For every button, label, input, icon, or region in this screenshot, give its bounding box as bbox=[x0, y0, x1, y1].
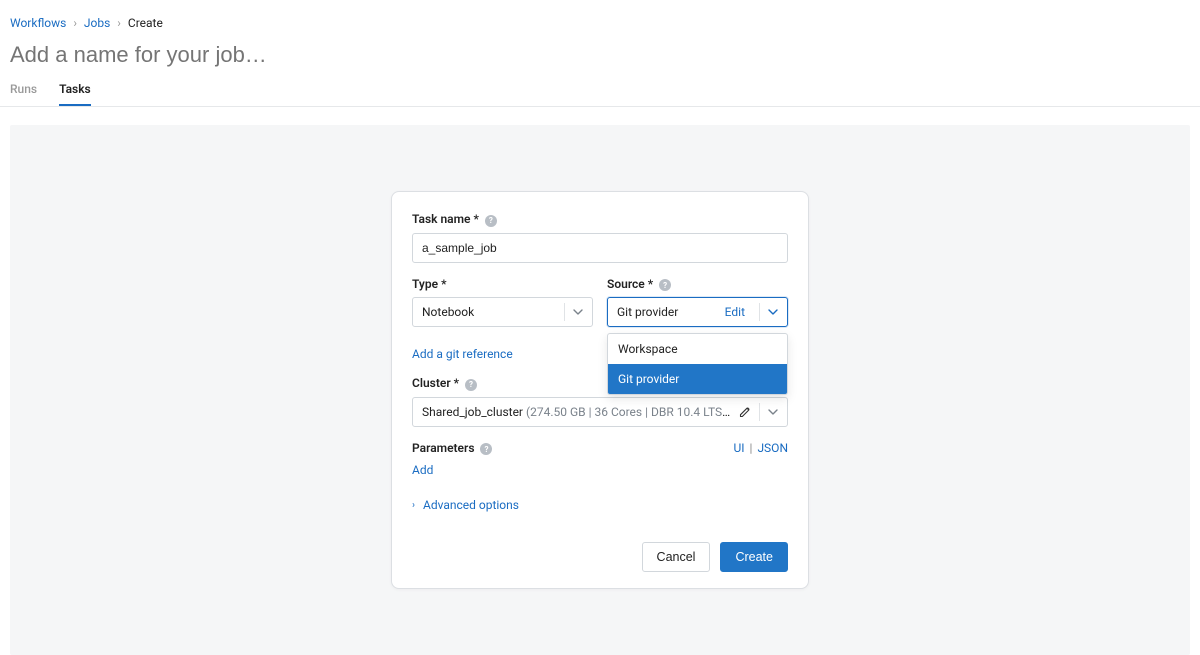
edit-icon[interactable] bbox=[739, 406, 751, 418]
breadcrumb-workflows[interactable]: Workflows bbox=[10, 16, 66, 30]
tabs: Runs Tasks bbox=[0, 76, 1200, 107]
create-button[interactable]: Create bbox=[720, 542, 788, 572]
parameters-ui-toggle[interactable]: UI bbox=[733, 441, 744, 455]
cancel-button[interactable]: Cancel bbox=[642, 542, 711, 572]
task-form-modal: Task name * ? Type * Notebook bbox=[391, 191, 809, 589]
cluster-value: Shared_job_cluster (274.50 GB | 36 Cores… bbox=[422, 405, 733, 419]
help-icon[interactable]: ? bbox=[659, 279, 671, 291]
separator bbox=[759, 303, 760, 321]
source-label: Source * ? bbox=[607, 277, 788, 292]
source-dropdown: Workspace Git provider bbox=[607, 333, 788, 395]
separator: | bbox=[748, 441, 755, 455]
breadcrumb-sep-icon: › bbox=[69, 16, 81, 30]
separator bbox=[564, 303, 565, 321]
breadcrumb-sep-icon: › bbox=[113, 16, 125, 30]
breadcrumb-jobs[interactable]: Jobs bbox=[84, 16, 110, 30]
source-value: Git provider bbox=[617, 305, 678, 319]
parameters-label: Parameters ? bbox=[412, 441, 492, 456]
source-edit-link[interactable]: Edit bbox=[725, 305, 745, 319]
type-label: Type * bbox=[412, 277, 593, 291]
task-canvas: Task name * ? Type * Notebook bbox=[10, 125, 1190, 655]
separator bbox=[759, 403, 760, 421]
parameters-json-toggle[interactable]: JSON bbox=[757, 441, 788, 455]
source-option-workspace[interactable]: Workspace bbox=[608, 334, 787, 364]
type-select[interactable]: Notebook bbox=[412, 297, 593, 327]
advanced-options-label: Advanced options bbox=[423, 498, 519, 512]
source-select[interactable]: Git provider Edit bbox=[607, 297, 788, 327]
advanced-options-toggle[interactable]: › Advanced options bbox=[412, 498, 788, 512]
chevron-right-icon: › bbox=[412, 500, 415, 511]
chevron-down-icon bbox=[768, 407, 778, 417]
add-git-reference-link[interactable]: Add a git reference bbox=[412, 347, 513, 361]
breadcrumb-current: Create bbox=[128, 16, 163, 30]
cluster-select[interactable]: Shared_job_cluster (274.50 GB | 36 Cores… bbox=[412, 397, 788, 427]
help-icon[interactable]: ? bbox=[480, 443, 492, 455]
help-icon[interactable]: ? bbox=[485, 215, 497, 227]
chevron-down-icon bbox=[768, 307, 778, 317]
task-name-input[interactable] bbox=[412, 233, 788, 263]
chevron-down-icon bbox=[573, 307, 583, 317]
modal-footer: Cancel Create bbox=[412, 542, 788, 572]
help-icon[interactable]: ? bbox=[465, 379, 477, 391]
tab-runs[interactable]: Runs bbox=[10, 76, 37, 104]
parameters-add-link[interactable]: Add bbox=[412, 463, 433, 477]
job-name-input[interactable] bbox=[0, 30, 500, 76]
breadcrumb: Workflows › Jobs › Create bbox=[0, 0, 1200, 30]
source-option-git-provider[interactable]: Git provider bbox=[608, 364, 787, 394]
task-name-label: Task name * ? bbox=[412, 212, 788, 227]
type-value: Notebook bbox=[422, 305, 474, 319]
parameters-view-toggle: UI | JSON bbox=[733, 441, 788, 455]
tab-tasks[interactable]: Tasks bbox=[59, 76, 91, 106]
